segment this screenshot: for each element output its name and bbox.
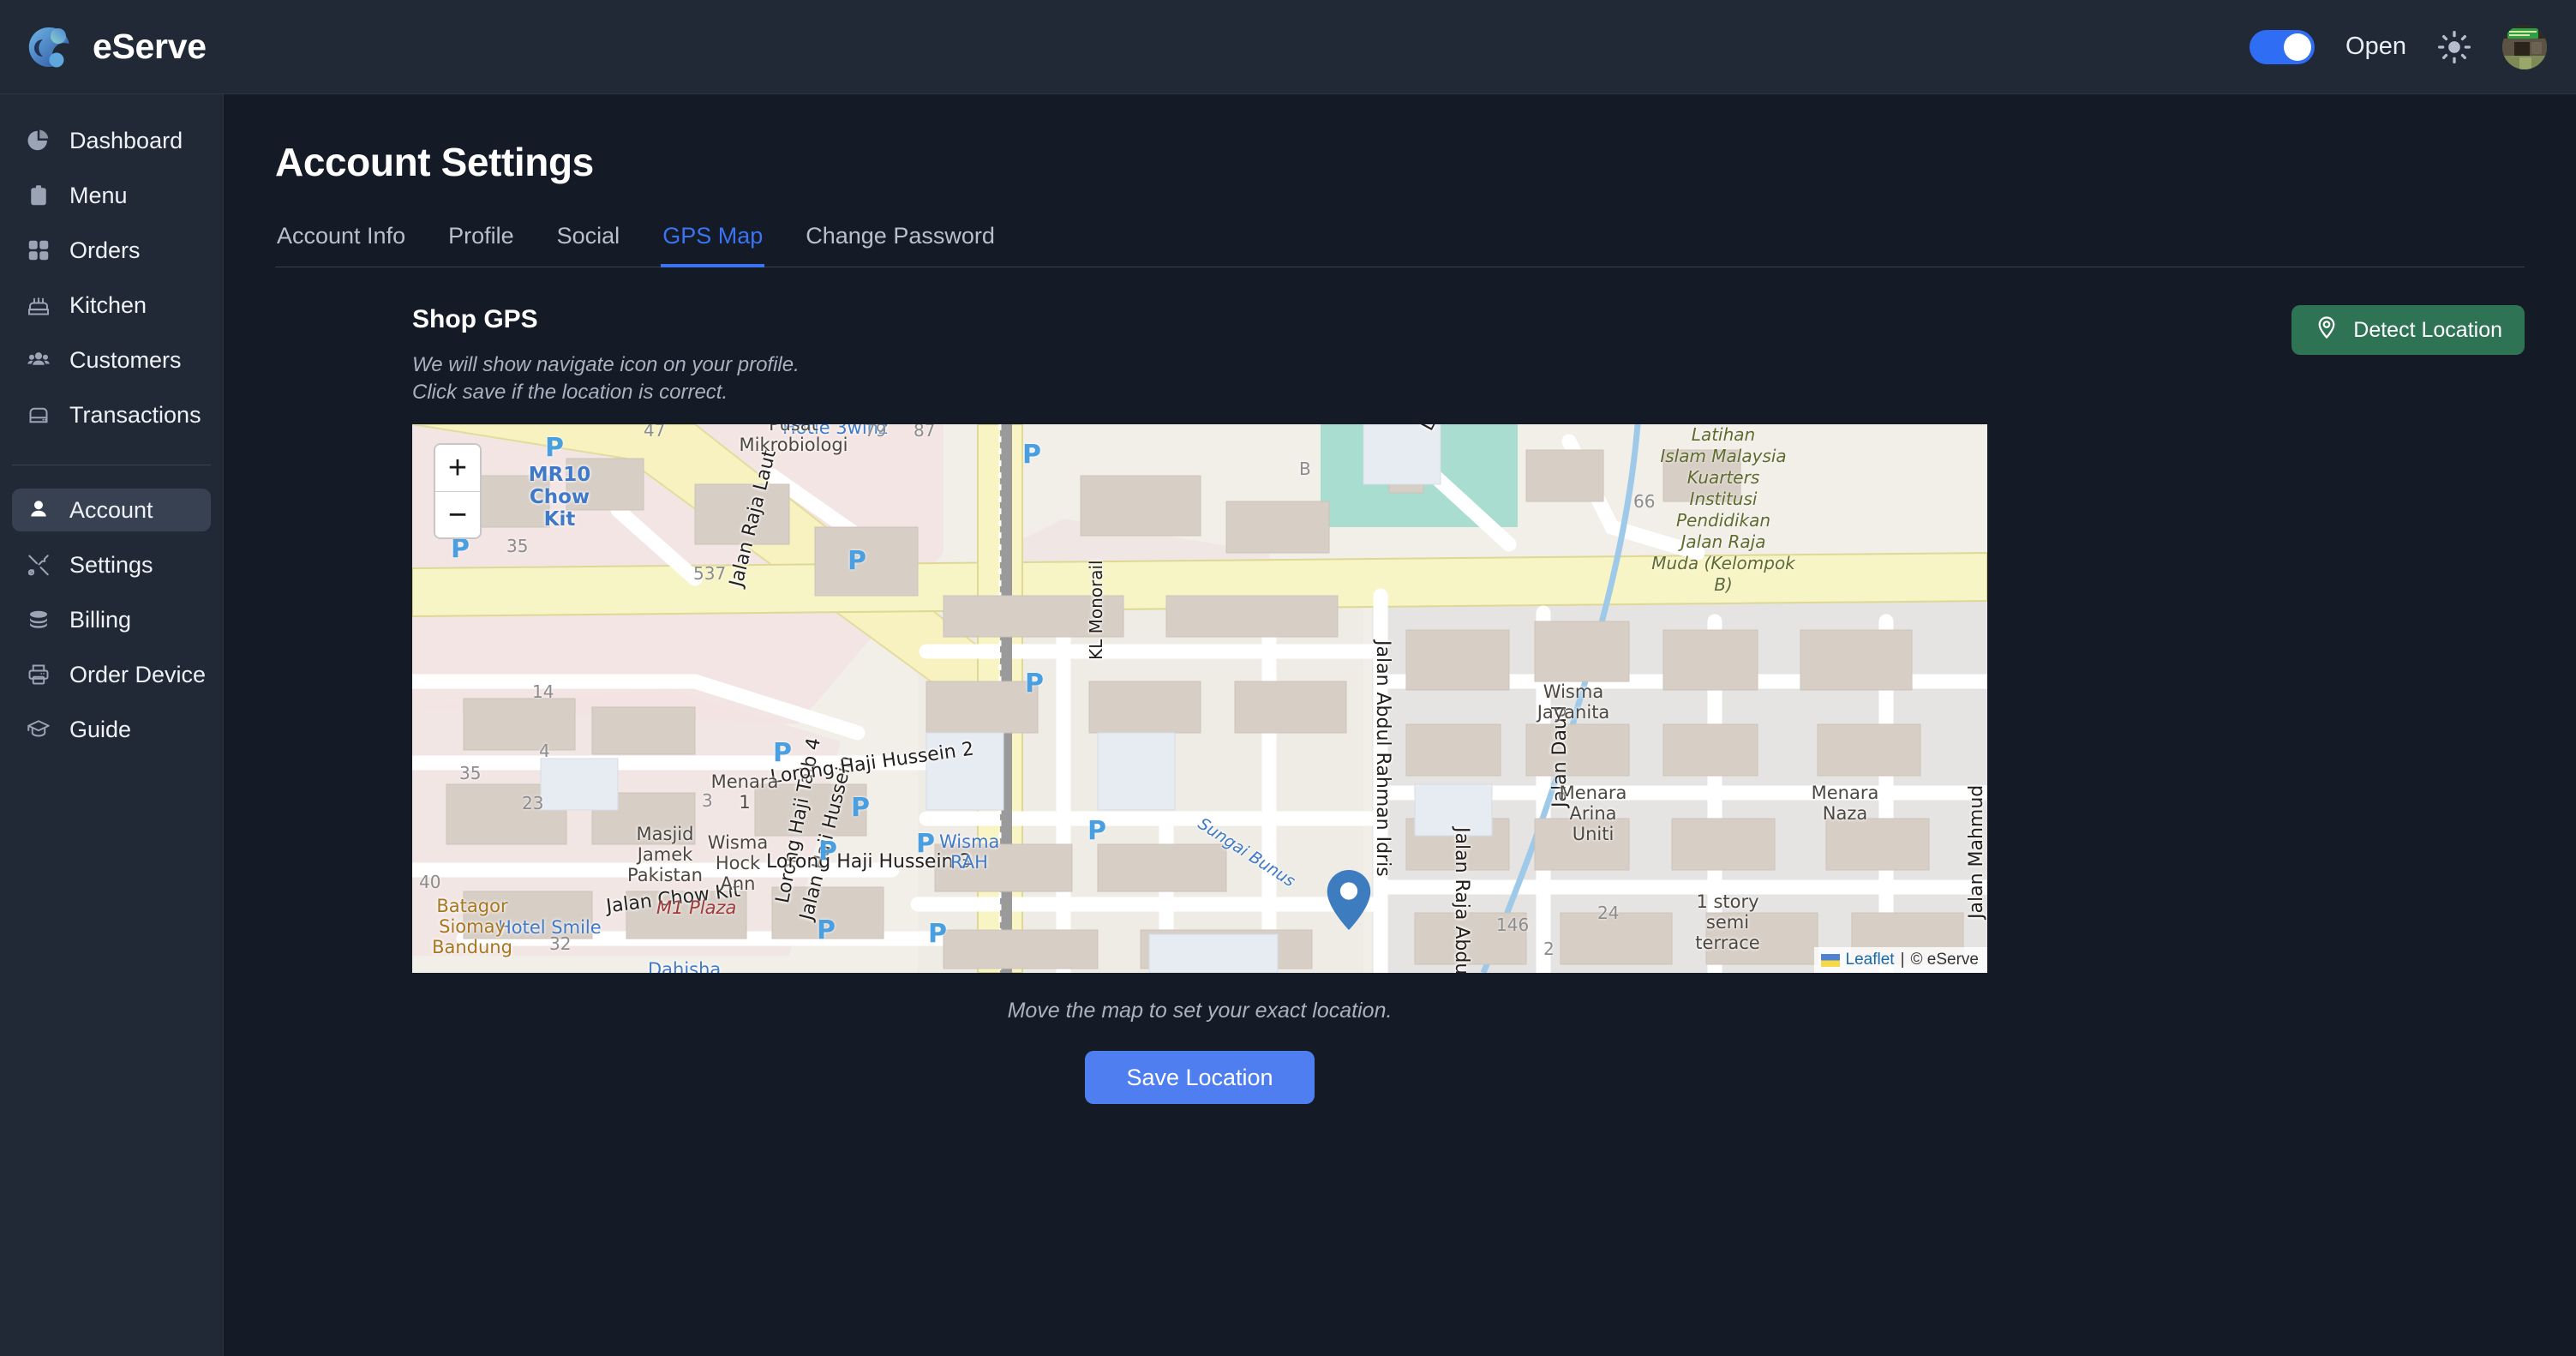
map-caption: Move the map to set your exact location.: [412, 999, 1987, 1023]
coins-icon: [26, 607, 51, 633]
grid-icon: [26, 237, 51, 263]
tab-account-info[interactable]: Account Info: [275, 223, 407, 267]
leaflet-link[interactable]: Leaflet: [1846, 951, 1895, 969]
sidebar-item-orders[interactable]: Orders: [12, 229, 211, 272]
brand-name: eServe: [93, 27, 207, 67]
cake-icon: [26, 292, 51, 318]
sidebar-item-label: Kitchen: [69, 292, 147, 319]
map-zoom-controls: + −: [434, 443, 482, 539]
location-marker-pin[interactable]: [1327, 870, 1371, 930]
pie-chart-icon: [26, 128, 51, 153]
main-content: Account Settings Account Info Profile So…: [224, 94, 2576, 1356]
detect-location-button[interactable]: Detect Location: [2291, 305, 2525, 355]
app-root: eServe Open: [0, 0, 2576, 1356]
sidebar-item-label: Order Device: [69, 662, 206, 688]
tab-change-password[interactable]: Change Password: [804, 223, 997, 267]
attribution-separator: |: [1901, 951, 1905, 969]
top-bar: eServe Open: [0, 0, 2576, 94]
people-icon: [26, 347, 51, 373]
person-icon: [26, 497, 51, 523]
sidebar-item-account[interactable]: Account: [12, 489, 211, 531]
page-title: Account Settings: [275, 139, 2525, 185]
sidebar-item-transactions[interactable]: Transactions: [12, 393, 211, 436]
top-bar-actions: Open: [2250, 25, 2547, 69]
app-body: Dashboard Menu: [0, 94, 2576, 1356]
clipboard-icon: [26, 183, 51, 208]
shop-gps-section: Shop GPS We will show navigate icon on y…: [275, 305, 2525, 1104]
brand[interactable]: eServe: [24, 22, 207, 72]
sidebar-item-billing[interactable]: Billing: [12, 598, 211, 641]
sidebar-item-label: Orders: [69, 237, 141, 264]
sun-icon[interactable]: [2437, 30, 2471, 64]
tab-social[interactable]: Social: [555, 223, 622, 267]
eserve-logo-icon: [24, 22, 74, 72]
map-pin-icon: [2314, 315, 2339, 346]
sidebar-item-label: Customers: [69, 347, 182, 374]
shop-open-toggle[interactable]: [2250, 30, 2315, 64]
sidebar-secondary-group: Account Settings: [0, 483, 223, 757]
save-location-wrap: Save Location: [412, 1051, 1987, 1104]
map-tiles: [412, 424, 1987, 973]
printer-icon: [26, 662, 51, 687]
settings-tabs: Account Info Profile Social GPS Map Chan…: [275, 223, 2525, 267]
drive-icon: [26, 402, 51, 428]
ukraine-flag-icon: [1821, 954, 1840, 967]
tab-gps-map[interactable]: GPS Map: [661, 223, 764, 267]
sidebar-item-label: Transactions: [69, 402, 201, 429]
graduation-cap-icon: [26, 717, 51, 742]
map-attribution: Leaflet | © eServe: [1814, 947, 1987, 973]
sidebar-item-guide[interactable]: Guide: [12, 708, 211, 751]
shop-status-label: Open: [2345, 33, 2406, 61]
gps-map[interactable]: Jalan Chow Kit Lorong Haji Taib 4 Jalan …: [412, 424, 1987, 973]
description-line-2: Click save if the location is correct.: [412, 379, 2525, 406]
zoom-in-button[interactable]: +: [435, 445, 480, 491]
sidebar-item-customers[interactable]: Customers: [12, 339, 211, 381]
shop-gps-title: Shop GPS: [412, 305, 2525, 334]
tab-profile[interactable]: Profile: [446, 223, 516, 267]
sidebar-item-label: Account: [69, 497, 153, 524]
sidebar-item-label: Settings: [69, 552, 153, 579]
sidebar-item-label: Dashboard: [69, 128, 183, 154]
sidebar-item-menu[interactable]: Menu: [12, 174, 211, 217]
description-line-1: We will show navigate icon on your profi…: [412, 351, 2525, 379]
sidebar-item-label: Menu: [69, 183, 128, 209]
sidebar-item-settings[interactable]: Settings: [12, 543, 211, 586]
save-location-button[interactable]: Save Location: [1085, 1051, 1314, 1104]
sidebar-item-dashboard[interactable]: Dashboard: [12, 119, 211, 162]
sidebar-item-label: Billing: [69, 607, 131, 633]
toggle-knob: [2284, 33, 2311, 61]
sidebar-primary-group: Dashboard Menu: [0, 113, 223, 442]
sidebar-item-order-device[interactable]: Order Device: [12, 653, 211, 696]
sidebar: Dashboard Menu: [0, 94, 224, 1356]
zoom-out-button[interactable]: −: [435, 491, 480, 537]
attribution-copyright: © eServe: [1911, 951, 1979, 969]
avatar[interactable]: [2502, 25, 2547, 69]
sidebar-item-kitchen[interactable]: Kitchen: [12, 284, 211, 327]
tools-icon: [26, 552, 51, 578]
shop-gps-description: We will show navigate icon on your profi…: [412, 351, 2525, 405]
sidebar-item-label: Guide: [69, 717, 131, 743]
detect-location-label: Detect Location: [2353, 318, 2502, 343]
